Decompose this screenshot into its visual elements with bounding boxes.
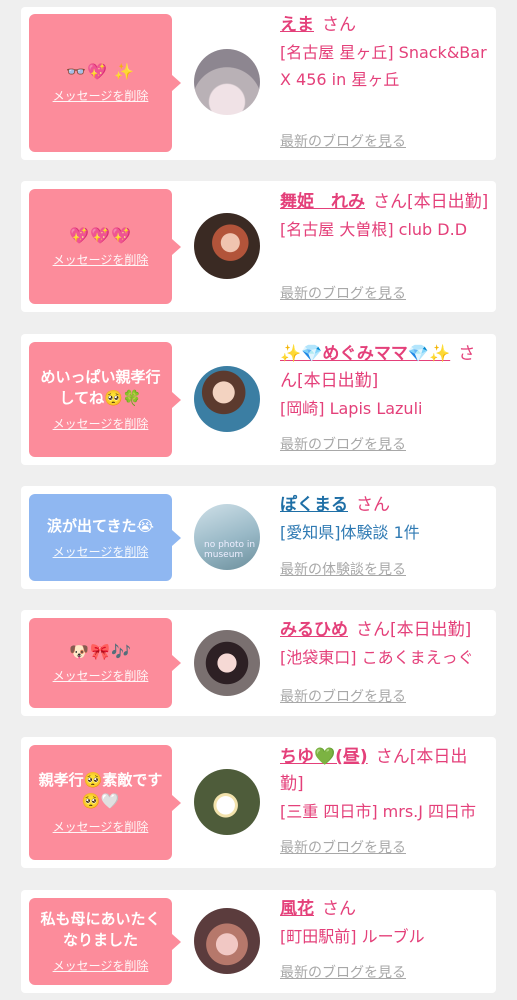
- avatar-placeholder-label: no photo in museum: [204, 540, 256, 560]
- delete-message-link[interactable]: メッセージを削除: [53, 415, 149, 432]
- avatar[interactable]: [194, 213, 260, 279]
- user-info: みるひめ さん[本日出勤] [池袋東口] こあくまえっぐ: [280, 617, 490, 671]
- avatar[interactable]: [194, 769, 260, 835]
- user-name-link[interactable]: 風花: [280, 899, 314, 919]
- shop-info: [名古屋 星ヶ丘] Snack&Bar X 456 in 星ヶ丘: [280, 43, 487, 89]
- work-status: [本日出勤]: [407, 192, 489, 212]
- latest-blog-link[interactable]: 最新のブログを見る: [280, 686, 406, 706]
- message-bubble: 🐶🎀🎶 メッセージを削除: [29, 618, 181, 708]
- latest-blog-link[interactable]: 最新のブログを見る: [280, 131, 406, 151]
- user-info: 風花 さん [町田駅前] ルーブル: [280, 896, 490, 950]
- user-info: ちゆ💚(昼) さん[本日出勤] [三重 四日市] mrs.J 四日市: [280, 744, 490, 825]
- message-bubble: 私も母にあいたくなりました メッセージを削除: [29, 898, 181, 985]
- avatar[interactable]: no photo in museum: [194, 504, 260, 570]
- message-bubble: 涙が出てきた😭 メッセージを削除: [29, 494, 181, 581]
- honorific: さん: [373, 192, 407, 212]
- message-bubble: めいっぱい親孝行してね🥺🍀 メッセージを削除: [29, 342, 181, 457]
- latest-blog-link[interactable]: 最新のブログを見る: [280, 837, 406, 857]
- shop-info: [名古屋 大曽根] club D.D: [280, 220, 468, 239]
- message-bubble: 👓💖 ✨ メッセージを削除: [29, 14, 181, 152]
- honorific: さん: [322, 15, 356, 35]
- delete-message-link[interactable]: メッセージを削除: [53, 543, 149, 560]
- user-name-link[interactable]: ぽくまる: [280, 495, 348, 515]
- message-text: 涙が出てきた😭: [46, 516, 155, 535]
- honorific: さん: [356, 620, 390, 640]
- user-info: えま さん [名古屋 星ヶ丘] Snack&Bar X 456 in 星ヶ丘: [280, 12, 490, 93]
- message-emoji: 👓💖 ✨: [66, 62, 135, 81]
- honorific: さん: [356, 495, 390, 515]
- shop-info: [町田駅前] ルーブル: [280, 927, 425, 946]
- avatar[interactable]: [194, 630, 260, 696]
- list-item: 私も母にあいたくなりました メッセージを削除 風花 さん [町田駅前] ルーブル …: [21, 890, 496, 993]
- work-status: [本日出勤]: [390, 620, 472, 640]
- delete-message-link[interactable]: メッセージを削除: [53, 957, 149, 974]
- list-item: めいっぱい親孝行してね🥺🍀 メッセージを削除 ✨💎めぐみママ💎✨ さん[本日出勤]…: [21, 334, 496, 465]
- shop-info: [池袋東口] こあくまえっぐ: [280, 648, 474, 667]
- message-text: 親孝行🥺素敵です🥺🤍: [38, 771, 163, 810]
- list-item: 💖💖💖 メッセージを削除 舞姫 れみ さん[本日出勤] [名古屋 大曽根] clu…: [21, 181, 496, 312]
- message-text: 私も母にあいたくなりました: [40, 910, 161, 949]
- list-item: 👓💖 ✨ メッセージを削除 えま さん [名古屋 星ヶ丘] Snack&Bar X…: [21, 7, 496, 160]
- shop-info: [三重 四日市] mrs.J 四日市: [280, 802, 477, 821]
- message-emoji: 💖💖💖: [69, 225, 132, 245]
- latest-blog-link[interactable]: 最新のブログを見る: [280, 962, 406, 982]
- list-item: 🐶🎀🎶 メッセージを削除 みるひめ さん[本日出勤] [池袋東口] こあくまえっぐ…: [21, 610, 496, 716]
- delete-message-link[interactable]: メッセージを削除: [53, 818, 149, 835]
- avatar[interactable]: [194, 908, 260, 974]
- avatar[interactable]: [194, 49, 260, 115]
- latest-experience-link[interactable]: 最新の体験談を見る: [280, 559, 406, 579]
- message-text: めいっぱい親孝行してね🥺🍀: [40, 368, 161, 407]
- honorific: さん: [375, 747, 410, 767]
- delete-message-link[interactable]: メッセージを削除: [53, 667, 149, 684]
- delete-message-link[interactable]: メッセージを削除: [53, 251, 149, 268]
- list-item: 涙が出てきた😭 メッセージを削除 no photo in museum ぽくまる…: [21, 486, 496, 589]
- message-list: 👓💖 ✨ メッセージを削除 えま さん [名古屋 星ヶ丘] Snack&Bar X…: [0, 0, 517, 1000]
- delete-message-link[interactable]: メッセージを削除: [53, 87, 149, 104]
- user-name-link[interactable]: みるひめ: [280, 620, 348, 640]
- avatar[interactable]: [194, 366, 260, 432]
- message-bubble: 💖💖💖 メッセージを削除: [29, 189, 181, 304]
- message-bubble: 親孝行🥺素敵です🥺🤍 メッセージを削除: [29, 745, 181, 860]
- latest-blog-link[interactable]: 最新のブログを見る: [280, 283, 406, 303]
- shop-info: [愛知県]体験談 1件: [280, 523, 420, 542]
- user-info: 舞姫 れみ さん[本日出勤] [名古屋 大曽根] club D.D: [280, 189, 490, 243]
- honorific: さん: [322, 899, 356, 919]
- user-name-link[interactable]: 舞姫 れみ: [280, 192, 365, 212]
- message-emoji: 🐶🎀🎶: [69, 642, 132, 661]
- user-info: ✨💎めぐみママ💎✨ さん[本日出勤] [岡崎] Lapis Lazuli: [280, 341, 490, 422]
- user-name-link[interactable]: ✨💎めぐみママ💎✨: [280, 344, 450, 364]
- shop-info: [岡崎] Lapis Lazuli: [280, 399, 423, 418]
- user-info: ぽくまる さん [愛知県]体験談 1件: [280, 492, 490, 546]
- list-item: 親孝行🥺素敵です🥺🤍 メッセージを削除 ちゆ💚(昼) さん[本日出勤] [三重 四…: [21, 737, 496, 868]
- latest-blog-link[interactable]: 最新のブログを見る: [280, 434, 406, 454]
- user-name-link[interactable]: えま: [280, 15, 314, 35]
- user-name-link[interactable]: ちゆ💚(昼): [280, 747, 368, 767]
- work-status: [本日出勤]: [297, 371, 379, 391]
